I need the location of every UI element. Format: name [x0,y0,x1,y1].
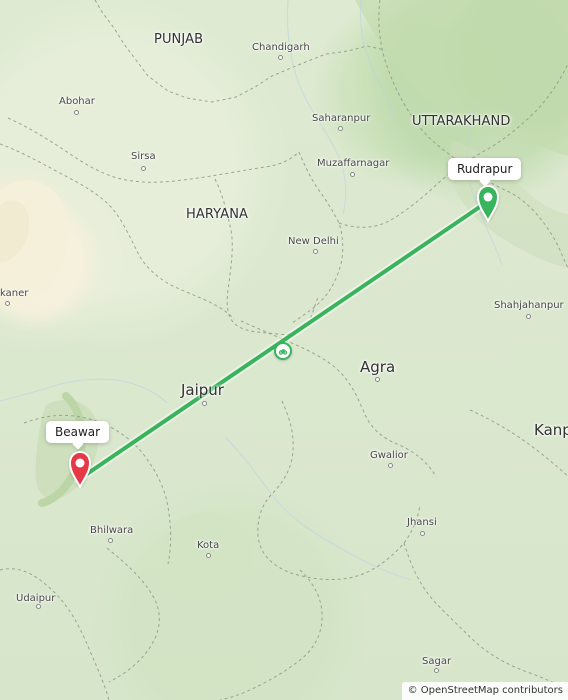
route-mode-icon[interactable] [274,342,292,360]
city-label-chandigarh: Chandigarh [252,42,310,53]
city-dot-shahjahanpur [526,314,531,319]
city-label-sirsa: Sirsa [131,151,156,162]
city-label-kota: Kota [197,540,220,551]
city-dot-saharanpur [338,126,343,131]
city-dot-sagar [434,668,439,673]
city-dot-chandigarh [278,55,283,60]
route-line-layer [74,198,491,484]
city-label-abohar: Abohar [59,96,95,107]
city-dot-sirsa [141,166,146,171]
city-label-jaipur: Jaipur [181,381,224,399]
city-label-kanp: Kanp [534,421,568,439]
city-label-agra: Agra [360,358,396,376]
city-dot-muzaffarnagar [350,172,355,177]
city-dot-kota [206,553,211,558]
terrain-patches [0,0,568,602]
state-label-haryana: HARYANA [186,207,249,222]
start-map-pin-icon[interactable] [66,448,94,488]
city-dot-abohar [74,110,79,115]
city-label-gwalior: Gwalior [370,450,408,461]
city-label-muzaffarnagar: Muzaffarnagar [317,158,390,169]
city-label-udaipur: Udaipur [16,593,56,604]
end-location-callout: Rudrapur [448,158,522,180]
city-label-saharanpur: Saharanpur [312,113,371,124]
city-dot-jhansi [420,531,425,536]
city-dot-bhilwara [108,538,113,543]
map-attribution[interactable]: © OpenStreetMap contributors [401,682,568,700]
city-dot-udaipur [36,604,41,609]
city-label-jhansi: Jhansi [407,517,437,528]
city-label-bhilwara: Bhilwara [90,525,134,536]
city-dot-agra [375,377,380,382]
map-canvas[interactable]: PUNJAB HARYANA UTTARAKHAND Chandigarh Ab… [0,0,568,700]
state-label-uttarakhand: UTTARAKHAND [412,114,511,129]
city-dot-gwalior [388,463,393,468]
city-dot-jaipur [202,401,207,406]
state-label-punjab: PUNJAB [154,32,204,47]
city-label-shahjahanpur: Shahjahanpur [494,300,564,311]
city-label-sagar: Sagar [422,656,452,667]
city-label-new-delhi: New Delhi [288,236,339,247]
end-map-pin-icon[interactable] [474,182,502,222]
city-dot-bikaner-partial [5,301,10,306]
city-label-bikaner-partial: kaner [0,288,29,299]
start-location-callout: Beawar [46,421,110,443]
city-dot-new-delhi [313,249,318,254]
